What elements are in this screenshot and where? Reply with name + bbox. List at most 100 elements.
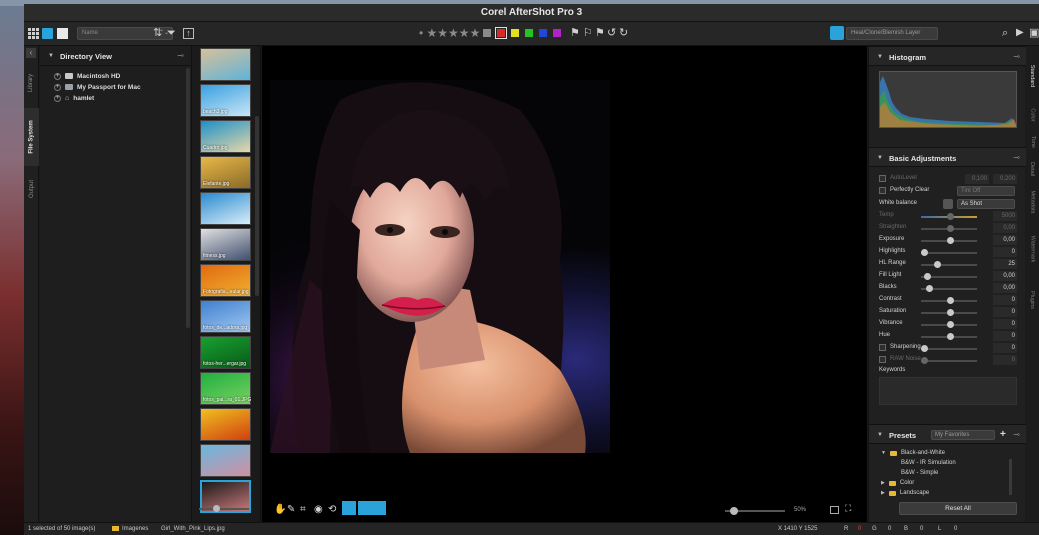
tab-file-system[interactable]: File System bbox=[24, 108, 39, 166]
pin-icon[interactable]: ⊸ bbox=[1013, 153, 1020, 162]
add-preset-icon[interactable]: + bbox=[1000, 429, 1006, 440]
filmstrip-thumbnail[interactable] bbox=[200, 48, 251, 81]
filmstrip-thumbnail[interactable]: Cuadro.jpg bbox=[200, 120, 251, 153]
heal-tool-icon[interactable] bbox=[358, 501, 386, 515]
right-tab-plugins[interactable]: Plugins bbox=[1026, 282, 1039, 318]
right-tab-color[interactable]: Color bbox=[1026, 102, 1039, 128]
straighten-icon[interactable]: ⟲ bbox=[328, 504, 336, 515]
slider-track[interactable] bbox=[921, 264, 977, 266]
main-photo[interactable] bbox=[270, 80, 610, 453]
presets-header[interactable]: ▼ Presets My Favorites + ⊸ bbox=[869, 424, 1026, 444]
right-tab-tone[interactable]: Tone bbox=[1026, 132, 1039, 152]
reset-all-button[interactable]: Reset All bbox=[899, 502, 1017, 515]
slider-track[interactable] bbox=[921, 348, 977, 350]
fullscreen-icon[interactable]: ⛶ bbox=[845, 503, 851, 514]
fit-screen-icon[interactable] bbox=[830, 506, 839, 514]
filmstrip-thumbnail[interactable] bbox=[200, 192, 251, 225]
presets-scrollbar[interactable] bbox=[1009, 459, 1012, 495]
tree-item-macintosh-hd[interactable]: + Macintosh HD bbox=[54, 71, 120, 81]
collapse-triangle-icon[interactable]: ▼ bbox=[877, 432, 883, 438]
thumb-size-knob[interactable] bbox=[213, 505, 220, 512]
presets-select[interactable]: My Favorites bbox=[931, 430, 995, 440]
preset-item[interactable]: ▼ Black-and-White bbox=[881, 450, 945, 456]
slider-knob[interactable] bbox=[947, 213, 954, 220]
perfectly-clear-select[interactable]: Tint Off bbox=[957, 186, 1015, 196]
thumb-size-slider[interactable] bbox=[199, 508, 249, 510]
slideshow-icon[interactable]: ▶ bbox=[1016, 26, 1024, 40]
slider-checkbox[interactable] bbox=[879, 344, 886, 351]
collapse-triangle-icon[interactable]: ▼ bbox=[877, 54, 883, 60]
expanded-triangle-icon[interactable]: ▼ bbox=[881, 450, 886, 456]
zoom-knob[interactable] bbox=[730, 507, 738, 515]
slider-knob[interactable] bbox=[921, 357, 928, 364]
slider-value[interactable]: 0 bbox=[993, 343, 1017, 353]
wb-picker-icon[interactable] bbox=[943, 199, 953, 209]
tree-item-my-passport[interactable]: + My Passport for Mac bbox=[54, 82, 141, 92]
slider-knob[interactable] bbox=[921, 345, 928, 352]
preset-item[interactable]: B&W - Simple bbox=[901, 470, 938, 476]
redeye-icon[interactable]: ◉ bbox=[314, 504, 323, 515]
tab-output[interactable]: Output bbox=[24, 166, 39, 212]
preset-item[interactable]: ▶ Color bbox=[881, 480, 914, 486]
autolevel-checkbox[interactable] bbox=[879, 175, 886, 182]
slider-value[interactable]: 0 bbox=[993, 355, 1017, 365]
slider-knob[interactable] bbox=[947, 333, 954, 340]
hand-tool-icon[interactable]: ✋ bbox=[274, 504, 286, 515]
autolevel-low[interactable]: 0,100 bbox=[965, 174, 989, 184]
slider-value[interactable]: 0 bbox=[993, 319, 1017, 329]
perfectly-clear-checkbox[interactable] bbox=[879, 187, 886, 194]
slider-value[interactable]: 0,00 bbox=[993, 235, 1017, 245]
histogram-header[interactable]: ▼ Histogram ⊸ bbox=[869, 46, 1026, 66]
slider-knob[interactable] bbox=[947, 309, 954, 316]
slider-knob[interactable] bbox=[934, 261, 941, 268]
slider-knob[interactable] bbox=[926, 285, 934, 292]
right-tab-metadata[interactable]: Metadata bbox=[1026, 186, 1039, 218]
filmstrip-thumbnail[interactable] bbox=[200, 408, 251, 441]
window-icon[interactable]: ▣ bbox=[1029, 26, 1039, 40]
filmstrip-thumbnail[interactable]: fotos_pai...ra_01.JPG bbox=[200, 372, 251, 405]
image-viewer[interactable]: ✋ ✎ ⌗ ◉ ⟲ 50% ⛶ bbox=[262, 46, 867, 522]
color-label-swatch[interactable] bbox=[483, 29, 491, 37]
grid-view-icon[interactable] bbox=[28, 28, 39, 39]
right-tab-watermark[interactable]: Watermark bbox=[1026, 222, 1039, 276]
right-tab-standard[interactable]: Standard bbox=[1026, 54, 1039, 98]
filmstrip-thumbnail[interactable]: Elefante.jpg bbox=[200, 156, 251, 189]
slider-knob[interactable] bbox=[921, 249, 928, 256]
layer-icon[interactable] bbox=[830, 26, 844, 40]
preset-item[interactable]: ▶ Landscape bbox=[881, 490, 929, 496]
clone-tool-icon[interactable] bbox=[342, 501, 356, 515]
color-label-swatch[interactable] bbox=[539, 29, 547, 37]
filmstrip-thumbnail[interactable] bbox=[200, 444, 251, 477]
preset-item[interactable]: B&W - IR Simulation bbox=[901, 460, 956, 466]
filmstrip-thumbnail[interactable]: fotos_de...adora.jpg bbox=[200, 300, 251, 333]
collapsed-triangle-icon[interactable]: ▶ bbox=[881, 480, 885, 486]
tree-item-hamlet[interactable]: + ⌂ hamlet bbox=[54, 93, 94, 103]
slider-value[interactable]: 0 bbox=[993, 247, 1017, 257]
color-label-swatch[interactable] bbox=[495, 27, 507, 39]
filmstrip-thumbnail[interactable]: fotos-her...ergar.jpg bbox=[200, 336, 251, 369]
pin-icon[interactable]: ⊸ bbox=[1013, 52, 1020, 61]
eyedropper-icon[interactable]: ✎ bbox=[287, 504, 295, 515]
color-label-swatch[interactable] bbox=[553, 29, 561, 37]
filmstrip-thumbnail[interactable]: fitness.jpg bbox=[200, 228, 251, 261]
filmstrip-scrollbar[interactable] bbox=[255, 116, 259, 296]
compare-view-icon[interactable] bbox=[57, 28, 68, 39]
rotate-right-icon[interactable]: ↻ bbox=[619, 26, 628, 40]
filmstrip-thumbnail[interactable]: beach3.jpg bbox=[200, 84, 251, 117]
slider-value[interactable]: 5000 bbox=[993, 211, 1017, 221]
rating-stars[interactable]: • ★★★★★ bbox=[419, 27, 480, 39]
expand-icon[interactable]: + bbox=[54, 83, 61, 91]
pin-icon[interactable]: ⊸ bbox=[1013, 430, 1020, 439]
basic-adjustments-header[interactable]: ▼ Basic Adjustments ⊸ bbox=[869, 147, 1026, 167]
slider-knob[interactable] bbox=[947, 237, 954, 244]
slider-value[interactable]: 25 bbox=[993, 259, 1017, 269]
sort-direction-icon[interactable]: ⇅ bbox=[153, 26, 162, 40]
reject-flag-icon[interactable]: ⚑ bbox=[595, 26, 605, 40]
right-tab-detail[interactable]: Detail bbox=[1026, 156, 1039, 182]
keywords-input[interactable] bbox=[879, 377, 1017, 405]
rotate-left-icon[interactable]: ↺ bbox=[607, 26, 616, 40]
directory-scrollbar[interactable] bbox=[186, 68, 190, 328]
flag-icon[interactable]: ⚑ bbox=[570, 26, 580, 40]
slider-track[interactable] bbox=[921, 252, 977, 254]
filter-icon[interactable]: ⏷ bbox=[167, 26, 176, 40]
